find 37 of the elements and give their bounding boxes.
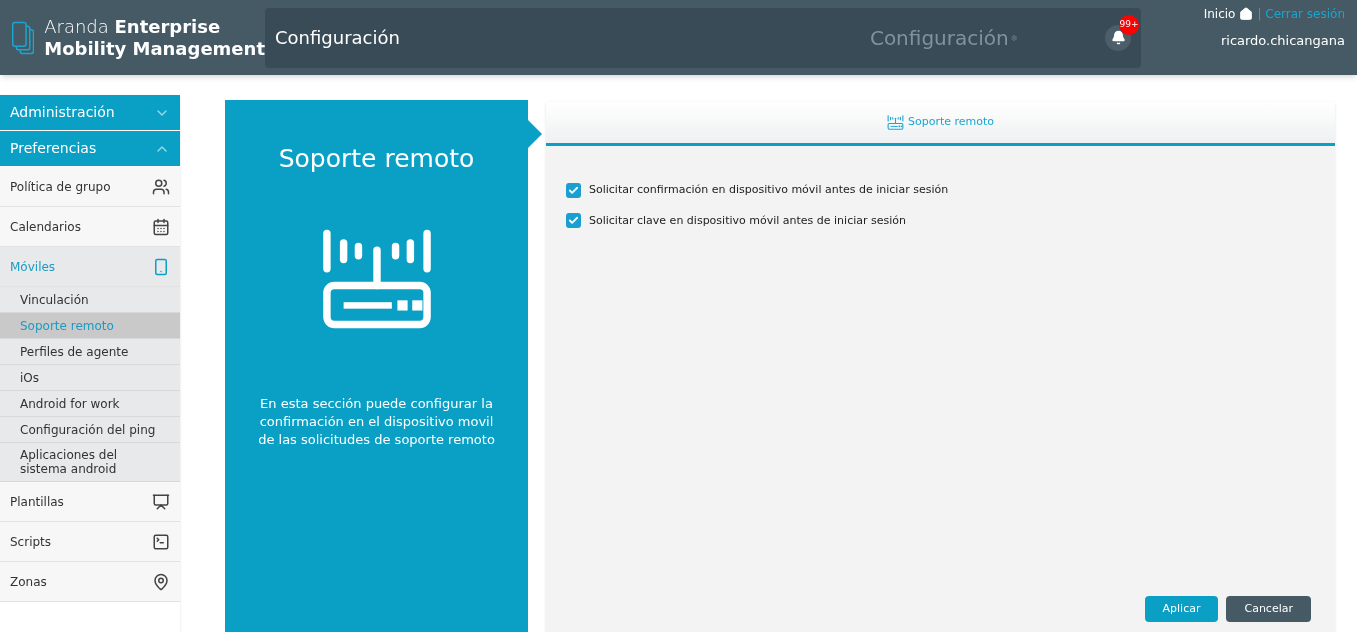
sidebar-subitem[interactable]: Vinculación bbox=[0, 287, 180, 313]
easel-icon bbox=[152, 492, 170, 511]
home-icon bbox=[1239, 7, 1254, 21]
brand-subtitle: Mobility Management bbox=[44, 37, 265, 60]
notification-count: 99+ bbox=[1119, 14, 1139, 35]
terminal-icon bbox=[152, 532, 170, 551]
sidebar-subitem[interactable]: iOs bbox=[0, 365, 180, 391]
check-icon bbox=[568, 184, 579, 196]
calendar-icon bbox=[152, 217, 170, 236]
checkbox[interactable] bbox=[566, 213, 581, 229]
bell-icon bbox=[1110, 30, 1126, 45]
option-label: Solicitar confirmación en dispositivo móvil antes de iniciar sesión bbox=[589, 182, 949, 198]
sidebar-subitem[interactable]: Configuración del ping bbox=[0, 417, 180, 443]
sidebar-item[interactable]: Calendarios bbox=[0, 207, 180, 247]
people-icon bbox=[152, 177, 170, 196]
check-icon bbox=[568, 215, 579, 227]
brand-name: Aranda Enterprise bbox=[44, 15, 222, 38]
router-small-icon bbox=[886, 115, 904, 130]
map-pin-icon bbox=[152, 572, 170, 591]
phone-icon bbox=[152, 257, 170, 276]
sidebar-item[interactable]: Zonas bbox=[0, 562, 180, 602]
sidebar-subitem[interactable]: Aplicaciones del sistema android bbox=[0, 443, 180, 482]
info-description: En esta sección puede configurar la confirmación en el dispositivo movil de las solicitudes de soporte remoto bbox=[257, 394, 496, 449]
router-icon bbox=[320, 227, 433, 330]
checkbox[interactable] bbox=[566, 182, 581, 198]
info-panel-title: Soporte remoto bbox=[278, 143, 475, 175]
page-title: Configuración bbox=[275, 26, 400, 50]
sidebar-subitem[interactable]: Perfiles de agente bbox=[0, 339, 180, 365]
action-button[interactable]: Cancelar bbox=[1226, 596, 1311, 622]
sidebar-item[interactable]: Plantillas bbox=[0, 482, 180, 522]
sidebar-item[interactable]: Política de grupo bbox=[0, 167, 180, 207]
sidebar-subitem[interactable]: Android for work bbox=[0, 391, 180, 417]
home-link[interactable]: Inicio bbox=[1203, 5, 1236, 23]
ghost-title: Configuración bbox=[869, 24, 1009, 52]
option-label: Solicitar clave en dispositivo móvil antes de iniciar sesión bbox=[589, 212, 906, 229]
username: ricardo.chicangana bbox=[1220, 32, 1345, 50]
sidebar-item[interactable]: Scripts bbox=[0, 522, 180, 562]
